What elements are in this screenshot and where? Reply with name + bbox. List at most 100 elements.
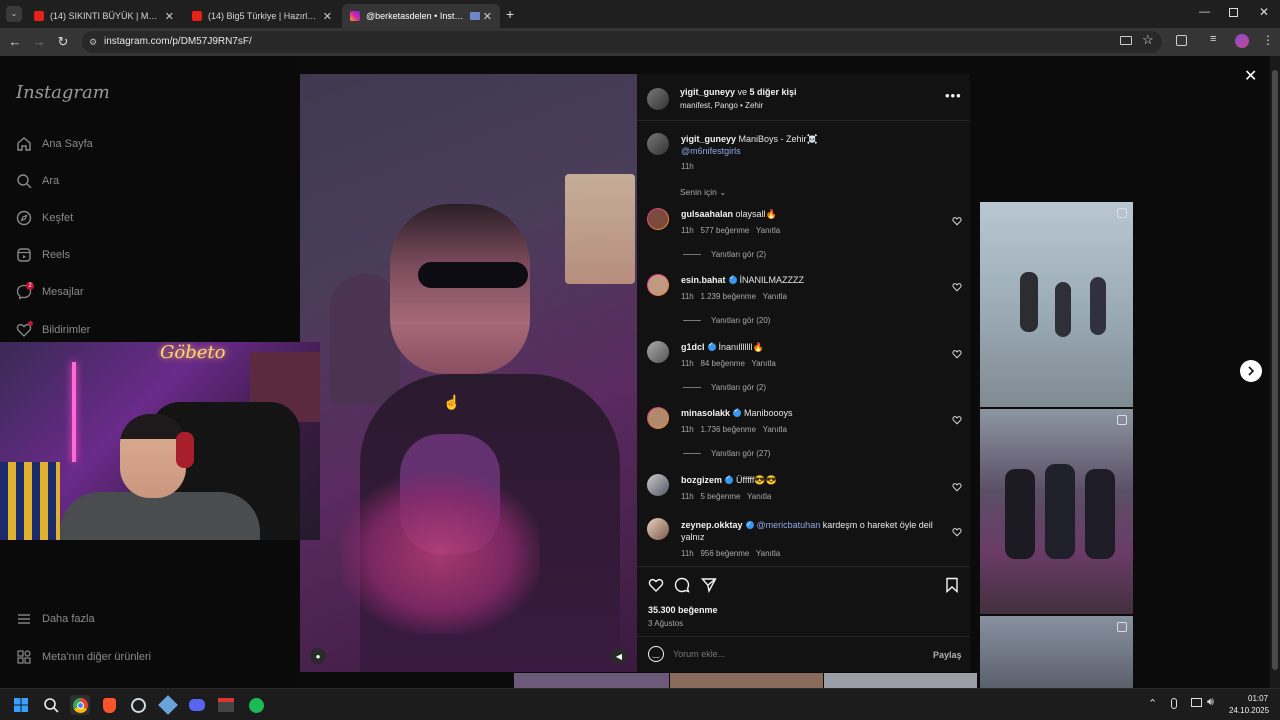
mute-button[interactable]: ◀ [611,648,627,664]
back-arrow-icon[interactable]: ← [8,35,22,49]
emoji-picker-icon[interactable]: ‿ [648,646,664,662]
view-replies-link[interactable]: Yanıtları gör (20) [683,316,770,325]
new-tab-icon[interactable]: + [506,6,514,22]
sidebar-item-search[interactable]: Ara [16,171,59,191]
like-heart-icon[interactable] [648,577,664,598]
close-tab-icon[interactable]: ✕ [165,10,174,23]
tab-list-dropdown-icon[interactable]: ⌄ [6,6,22,22]
sidebar-item-notifications[interactable]: Bildirimler [16,320,90,340]
reply-link[interactable]: Yanıtla [751,359,775,368]
caption-mention-link[interactable]: @m6nifestgirls [681,146,741,156]
minimize-window-icon[interactable]: — [1199,6,1210,18]
forward-arrow-icon[interactable]: → [32,35,46,49]
sidebar-item-reels[interactable]: Reels [16,245,70,265]
commenter-username[interactable]: esin.bahat [681,275,726,285]
likes-count[interactable]: 35.300 beğenme [648,605,718,615]
cast-icon[interactable] [1120,36,1132,45]
comment-like-heart-icon[interactable] [952,524,962,537]
profile-avatar[interactable] [1235,34,1249,48]
comment-like-heart-icon[interactable] [952,479,962,492]
next-post-button[interactable] [1240,360,1262,382]
comment-likes[interactable]: 577 beğenme [700,226,749,235]
taskbar-search-icon[interactable] [41,695,61,715]
commenter-username[interactable]: minasolakk [681,408,730,418]
reply-link[interactable]: Yanıtla [756,226,780,235]
reply-link[interactable]: Yanıtla [763,292,787,301]
browser-menu-icon[interactable]: ⋮ [1262,33,1274,47]
close-tab-icon[interactable]: ✕ [483,10,492,23]
commenter-username[interactable]: zeynep.okktay [681,520,743,530]
commenter-avatar[interactable] [647,407,669,429]
close-modal-icon[interactable]: ✕ [1244,66,1257,86]
browser-tab-2[interactable]: (14) Big5 Türkiye | Hazırlık Sezo ✕ [184,4,340,28]
sidebar-item-meta[interactable]: Meta'nın diğer ürünleri [16,647,151,667]
commenter-avatar[interactable] [647,274,669,296]
browser-tab-3-active[interactable]: @berketasdelen • Instagram ✕ [342,4,500,28]
extensions-icon[interactable] [1176,35,1187,46]
close-tab-icon[interactable]: ✕ [323,10,332,23]
post-comment-button[interactable]: Paylaş [933,650,962,660]
sidebar-item-messages[interactable]: 2 Mesajlar [16,282,84,302]
restore-window-icon[interactable] [1229,8,1238,17]
site-info-icon[interactable]: ⚙ [89,31,97,53]
app-taskbar-icon[interactable] [216,695,236,715]
comment-likes[interactable]: 1.239 beğenme [700,292,756,301]
show-hidden-icons-chevron-icon[interactable]: ⌃ [1148,697,1157,710]
comment-like-heart-icon[interactable] [952,412,962,425]
clock-date[interactable]: 24.10.2025 [1229,706,1269,715]
grid-thumbnail[interactable] [980,409,1133,614]
chrome-taskbar-icon[interactable] [70,695,90,715]
reply-link[interactable]: Yanıtla [747,492,771,501]
steam-taskbar-icon[interactable] [128,695,148,715]
sidebar-item-more[interactable]: Daha fazla [16,609,95,629]
tagged-users-button[interactable]: ● [310,648,326,664]
browser-tab-1[interactable]: (14) SIKINTI BÜYÜK | Madara O ✕ [26,4,182,28]
grid-thumbnail[interactable] [980,616,1133,688]
clock-time[interactable]: 01:07 [1248,694,1268,703]
comment-bubble-icon[interactable] [674,577,690,598]
spotify-taskbar-icon[interactable] [246,695,266,715]
scrollbar-thumb[interactable] [1272,70,1278,670]
comment-likes[interactable]: 84 beğenme [700,359,744,368]
commenter-username[interactable]: g1dcl [681,342,705,352]
save-bookmark-icon[interactable] [945,577,959,598]
post-video[interactable]: ☝ ● ◀ [300,74,637,672]
microphone-icon[interactable] [1171,698,1177,709]
comment-likes[interactable]: 5 beğenme [700,492,740,501]
address-bar-input[interactable]: ⚙ instagram.com/p/DM57J9RN7sF/ [82,31,1162,53]
author-username[interactable]: yigit_guneyy [680,87,735,97]
comment-likes[interactable]: 956 beğenme [700,549,749,558]
bookmark-star-icon[interactable]: ☆ [1142,32,1154,48]
grid-thumbnail[interactable] [514,673,669,688]
commenter-avatar[interactable] [647,208,669,230]
close-window-icon[interactable]: ✕ [1259,5,1269,19]
comment-like-heart-icon[interactable] [952,279,962,292]
instagram-logo[interactable]: Instagram [16,82,110,103]
media-controls-icon[interactable]: ≡ [1210,33,1216,45]
commenter-username[interactable]: bozgizem [681,475,722,485]
comment-like-heart-icon[interactable] [952,213,962,226]
more-options-icon[interactable]: ••• [945,88,962,103]
app-taskbar-icon[interactable] [158,695,178,715]
page-scrollbar[interactable] [1270,56,1280,688]
reply-link[interactable]: Yanıtla [756,549,780,558]
reload-icon[interactable]: ↻ [56,35,70,49]
commenter-avatar[interactable] [647,474,669,496]
brave-taskbar-icon[interactable] [99,695,119,715]
discord-taskbar-icon[interactable] [187,695,207,715]
sidebar-item-home[interactable]: Ana Sayfa [16,134,93,154]
comment-sort-dropdown[interactable]: Senin için ⌄ [680,187,726,198]
post-audio-info[interactable]: manifest, Pango • Zehir [680,101,763,110]
grid-thumbnail[interactable] [824,673,977,688]
view-replies-link[interactable]: Yanıtları gör (2) [683,383,766,392]
comment-likes[interactable]: 1.736 beğenme [700,425,756,434]
sidebar-item-explore[interactable]: Keşfet [16,208,73,228]
reply-link[interactable]: Yanıtla [763,425,787,434]
network-icon[interactable] [1191,698,1202,707]
share-paper-plane-icon[interactable] [700,577,717,598]
grid-thumbnail[interactable] [980,202,1133,407]
author-avatar[interactable] [647,88,669,110]
view-replies-link[interactable]: Yanıtları gör (2) [683,250,766,259]
grid-thumbnail[interactable] [670,673,823,688]
commenter-username[interactable]: gulsaahalan [681,209,733,219]
